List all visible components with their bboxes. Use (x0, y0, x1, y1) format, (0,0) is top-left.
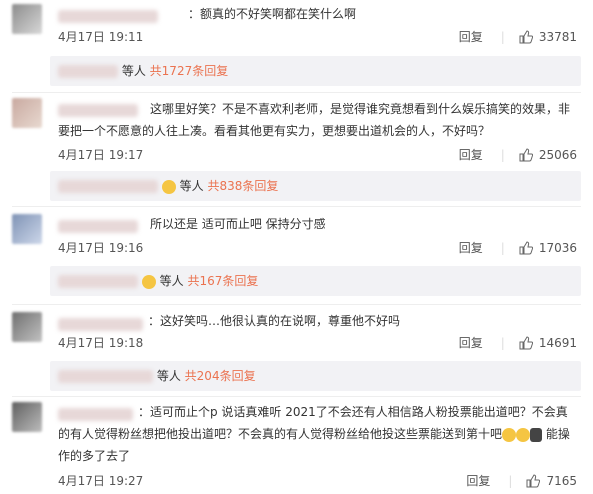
reply-button[interactable]: 回复 (459, 146, 483, 163)
replies-prefix: 等人 (179, 179, 204, 193)
comment-text: ：这好笑吗…他很认真的在说啊，尊重他不好吗 (148, 314, 401, 328)
thumbs-up-icon[interactable] (526, 473, 541, 488)
replies-count-link[interactable]: 共838条回复 (208, 179, 279, 193)
comment-text: ：额真的不好笑啊都在笑什么啊 (188, 7, 357, 21)
username-blurred[interactable] (58, 6, 158, 25)
comment-date: 4月17日 19:17 (58, 148, 144, 162)
replies-summary[interactable]: 等人 共204条回复 (50, 361, 581, 391)
comment-item: 这哪里好笑？不是不喜欢利老师，是觉得谁究竟想看到什么娱乐搞笑的效果，非要把一个不… (0, 96, 593, 206)
like-count: 7165 (546, 473, 577, 488)
comment-actions: 回复 | 7165 (466, 472, 577, 489)
emoji-icon (530, 427, 543, 442)
thumbs-up-icon[interactable] (519, 335, 533, 350)
comment-item: ：适可而止个p 说话真难听 2021了不会还有人相信路人粉投票能出道吧？不会真的… (0, 400, 593, 494)
comment-text: 所以还是 适可而止吧 保持分寸感 (150, 217, 326, 231)
comment-item: ：额真的不好笑啊都在笑什么啊 4月17日 19:11 回复 | 33781 等人… (0, 0, 593, 90)
reply-button[interactable]: 回复 (459, 239, 483, 256)
divider (12, 206, 581, 207)
avatar[interactable] (12, 214, 42, 244)
emoji-icon (516, 427, 531, 442)
divider (12, 396, 581, 397)
replies-prefix: 等人 (159, 274, 184, 288)
comment-date: 4月17日 19:27 (58, 474, 144, 488)
comment-text: 这哪里好笑？不是不喜欢利老师，是觉得谁究竟想看到什么娱乐搞笑的效果，非要把一个不… (58, 102, 571, 138)
comment-item: ：这好笑吗…他很认真的在说啊，尊重他不好吗 4月17日 19:18 回复 | 1… (0, 308, 593, 396)
divider: | (500, 335, 505, 350)
comment-date: 4月17日 19:18 (58, 336, 144, 350)
avatar[interactable] (12, 98, 42, 128)
comment-item: 所以还是 适可而止吧 保持分寸感 4月17日 19:16 回复 | 17036 … (0, 212, 593, 302)
thumbs-up-icon[interactable] (519, 147, 533, 162)
emoji-icon (141, 274, 156, 289)
divider (12, 304, 581, 305)
like-count: 17036 (538, 240, 577, 255)
like-count: 25066 (538, 147, 577, 162)
reply-button[interactable]: 回复 (466, 472, 490, 489)
username-blurred[interactable] (58, 314, 143, 333)
replies-summary[interactable]: 等人 共167条回复 (50, 266, 581, 296)
replies-count-link[interactable]: 共1727条回复 (150, 64, 229, 78)
thumbs-up-icon[interactable] (519, 240, 533, 255)
divider: | (508, 473, 513, 488)
replies-count-link[interactable]: 共167条回复 (188, 274, 259, 288)
comment-actions: 回复 | 17036 (459, 239, 577, 256)
comment-date: 4月17日 19:16 (58, 241, 144, 255)
replies-prefix: 等人 (156, 369, 181, 383)
replies-prefix: 等人 (121, 64, 146, 78)
emoji-icon (502, 427, 517, 442)
comment-text: ：适可而止个p 说话真难听 2021了不会还有人相信路人粉投票能出道吧？不会真的… (58, 401, 573, 467)
avatar[interactable] (12, 402, 42, 432)
comment-text-main: ：适可而止个p 说话真难听 2021了不会还有人相信路人粉投票能出道吧？不会真的… (58, 405, 568, 441)
replies-count-link[interactable]: 共204条回复 (185, 369, 256, 383)
divider: | (500, 147, 505, 162)
avatar[interactable] (12, 312, 42, 342)
reply-button[interactable]: 回复 (459, 28, 483, 45)
reply-button[interactable]: 回复 (459, 334, 483, 351)
comment-actions: 回复 | 14691 (459, 334, 577, 351)
divider: | (500, 29, 505, 44)
like-count: 14691 (538, 335, 577, 350)
comment-actions: 回复 | 25066 (459, 146, 577, 163)
comment-date: 4月17日 19:11 (58, 30, 144, 44)
avatar[interactable] (12, 4, 42, 34)
replies-summary[interactable]: 等人 共838条回复 (50, 171, 581, 201)
replies-summary[interactable]: 等人 共1727条回复 (50, 56, 581, 86)
comment-actions: 回复 | 33781 (459, 28, 577, 45)
divider: | (500, 240, 505, 255)
divider (12, 92, 581, 93)
emoji-icon (161, 179, 176, 194)
thumbs-up-icon[interactable] (519, 29, 533, 44)
username-blurred[interactable] (58, 216, 138, 235)
like-count: 33781 (538, 29, 577, 44)
